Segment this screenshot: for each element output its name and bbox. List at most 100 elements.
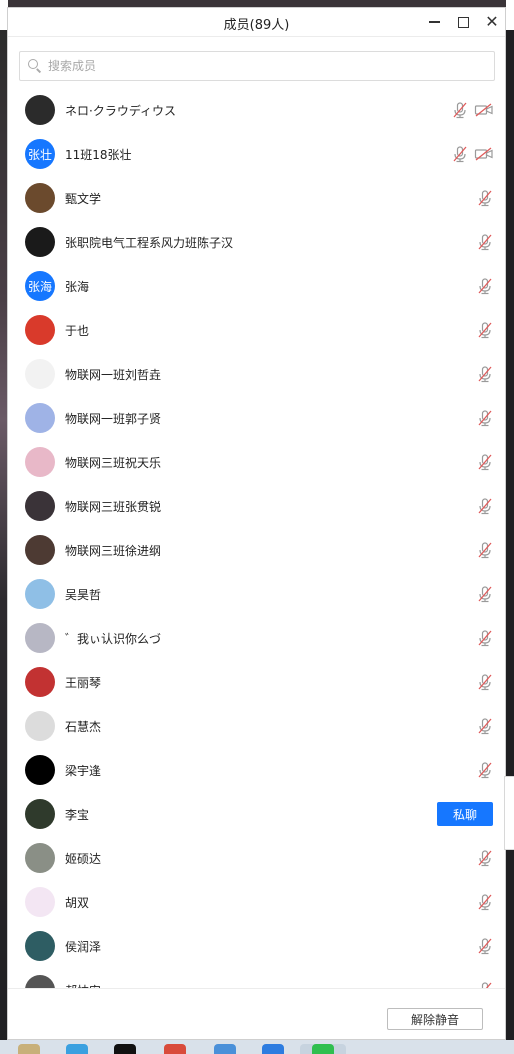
- member-row[interactable]: 张壮 11班18张壮: [8, 132, 505, 176]
- unmute-button[interactable]: 解除静音: [387, 1008, 483, 1030]
- mic-muted-icon[interactable]: [476, 365, 494, 383]
- mic-muted-icon[interactable]: [476, 453, 494, 471]
- member-name: 物联网一班刘哲垚: [65, 368, 162, 382]
- side-panel-edge[interactable]: [504, 776, 514, 850]
- search-input[interactable]: [46, 58, 470, 74]
- taskbar-app-icon[interactable]: [312, 1044, 334, 1054]
- member-name: ゛我ぃ认识你么づ: [65, 632, 162, 646]
- footer-bar: 解除静音: [8, 988, 505, 1039]
- member-row[interactable]: 张职院电气工程系风力班陈子汉: [8, 220, 505, 264]
- mic-muted-icon[interactable]: [476, 849, 494, 867]
- member-row[interactable]: 物联网三班徐进纲: [8, 528, 505, 572]
- avatar[interactable]: [25, 799, 55, 829]
- search-box[interactable]: [19, 51, 495, 81]
- member-row[interactable]: 物联网一班郭子贤: [8, 396, 505, 440]
- avatar[interactable]: [25, 491, 55, 521]
- avatar[interactable]: [25, 711, 55, 741]
- members-window: 成员(89人) ✕ ネロ·クラウディウス张壮 11班18张壮甄文学张职院电气工程系…: [7, 7, 506, 1040]
- member-row[interactable]: 物联网一班刘哲垚: [8, 352, 505, 396]
- mic-muted-icon[interactable]: [476, 277, 494, 295]
- minimize-button[interactable]: [424, 12, 444, 32]
- member-row[interactable]: 郝忱安: [8, 968, 505, 988]
- maximize-button[interactable]: [453, 12, 473, 32]
- mic-muted-icon[interactable]: [476, 321, 494, 339]
- mic-muted-icon[interactable]: [476, 893, 494, 911]
- avatar[interactable]: [25, 95, 55, 125]
- member-row[interactable]: ゛我ぃ认识你么づ: [8, 616, 505, 660]
- member-name: 物联网一班郭子贤: [65, 412, 162, 426]
- taskbar-app-icon[interactable]: [66, 1044, 88, 1054]
- member-row[interactable]: 甄文学: [8, 176, 505, 220]
- member-name: 侯润泽: [65, 940, 102, 954]
- mic-muted-icon[interactable]: [476, 981, 494, 988]
- mic-muted-icon[interactable]: [476, 541, 494, 559]
- avatar[interactable]: [25, 227, 55, 257]
- taskbar-app-icon[interactable]: [262, 1044, 284, 1054]
- mic-muted-icon[interactable]: [476, 233, 494, 251]
- member-row[interactable]: 侯润泽: [8, 924, 505, 968]
- mic-muted-icon[interactable]: [476, 189, 494, 207]
- search-icon: [28, 59, 42, 73]
- mic-muted-icon[interactable]: [476, 629, 494, 647]
- taskbar: [0, 1040, 514, 1054]
- member-name: 姬硕达: [65, 852, 102, 866]
- member-name: 张职院电气工程系风力班陈子汉: [65, 236, 234, 250]
- member-list[interactable]: ネロ·クラウディウス 张壮 11班18张壮 甄文学 张职院电气工程系风力班陈子汉 张海 张海…: [8, 88, 505, 988]
- avatar[interactable]: [25, 755, 55, 785]
- avatar[interactable]: [25, 887, 55, 917]
- member-row[interactable]: 姬硕达: [8, 836, 505, 880]
- mic-muted-icon[interactable]: [451, 101, 469, 119]
- avatar[interactable]: 张海: [25, 271, 55, 301]
- avatar[interactable]: [25, 843, 55, 873]
- mic-muted-icon[interactable]: [476, 497, 494, 515]
- avatar[interactable]: [25, 315, 55, 345]
- member-row[interactable]: 李宝 私聊: [8, 792, 505, 836]
- avatar[interactable]: [25, 579, 55, 609]
- member-row[interactable]: 王丽琴: [8, 660, 505, 704]
- member-name: 于也: [65, 324, 90, 338]
- camera-off-icon[interactable]: [474, 102, 494, 118]
- member-row[interactable]: 石慧杰: [8, 704, 505, 748]
- taskbar-app-icon[interactable]: [164, 1044, 186, 1054]
- member-row[interactable]: 张海 张海: [8, 264, 505, 308]
- member-row[interactable]: 吴昊哲: [8, 572, 505, 616]
- minimize-icon: [428, 21, 440, 23]
- mic-muted-icon[interactable]: [451, 145, 469, 163]
- member-name: 物联网三班祝天乐: [65, 456, 162, 470]
- avatar[interactable]: [25, 623, 55, 653]
- mic-muted-icon[interactable]: [476, 761, 494, 779]
- avatar[interactable]: [25, 975, 55, 988]
- maximize-icon: [457, 16, 469, 28]
- member-name: 石慧杰: [65, 720, 102, 734]
- avatar[interactable]: [25, 667, 55, 697]
- camera-off-icon[interactable]: [474, 146, 494, 162]
- close-button[interactable]: ✕: [482, 12, 502, 32]
- member-row[interactable]: 物联网三班张贯锐: [8, 484, 505, 528]
- avatar[interactable]: [25, 447, 55, 477]
- mic-muted-icon[interactable]: [476, 937, 494, 955]
- member-row[interactable]: ネロ·クラウディウス: [8, 88, 505, 132]
- title-bar[interactable]: 成员(89人) ✕: [8, 8, 505, 37]
- private-chat-button[interactable]: 私聊: [437, 802, 493, 826]
- member-row[interactable]: 胡双: [8, 880, 505, 924]
- taskbar-app-icon[interactable]: [18, 1044, 40, 1054]
- mic-muted-icon[interactable]: [476, 717, 494, 735]
- avatar[interactable]: [25, 535, 55, 565]
- avatar[interactable]: [25, 403, 55, 433]
- avatar[interactable]: 张壮: [25, 139, 55, 169]
- avatar[interactable]: [25, 183, 55, 213]
- member-row[interactable]: 于也: [8, 308, 505, 352]
- taskbar-app-icon[interactable]: [214, 1044, 236, 1054]
- member-name: 张海: [65, 280, 90, 294]
- avatar[interactable]: [25, 931, 55, 961]
- avatar[interactable]: [25, 359, 55, 389]
- mic-muted-icon[interactable]: [476, 673, 494, 691]
- taskbar-app-icon[interactable]: [114, 1044, 136, 1054]
- member-row[interactable]: 梁宇逢: [8, 748, 505, 792]
- member-name: ネロ·クラウディウス: [65, 104, 176, 118]
- mic-muted-icon[interactable]: [476, 585, 494, 603]
- member-name: 胡双: [65, 896, 90, 910]
- member-row[interactable]: 物联网三班祝天乐: [8, 440, 505, 484]
- mic-muted-icon[interactable]: [476, 409, 494, 427]
- close-icon: ✕: [485, 12, 499, 31]
